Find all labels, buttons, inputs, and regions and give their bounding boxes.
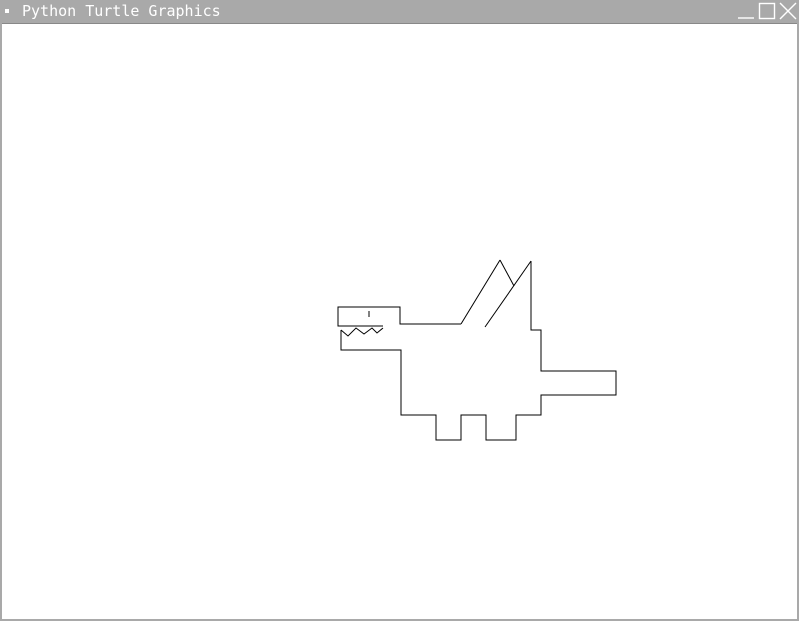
dragon-body-outline xyxy=(340,261,617,441)
window-menu-icon[interactable] xyxy=(5,9,9,13)
turtle-window: Python Turtle Graphics xyxy=(0,0,799,621)
dragon-wing-tip xyxy=(499,259,515,287)
minimize-icon[interactable] xyxy=(737,2,755,20)
title-bar[interactable]: Python Turtle Graphics xyxy=(0,0,799,22)
dragon-upper-jaw xyxy=(337,306,461,327)
window-title: Python Turtle Graphics xyxy=(22,2,221,20)
window-controls xyxy=(737,0,799,22)
dragon-drawing xyxy=(337,259,617,441)
maximize-icon[interactable] xyxy=(758,2,776,20)
turtle-canvas[interactable] xyxy=(2,23,797,619)
close-icon[interactable] xyxy=(779,2,797,20)
dragon-wing-front xyxy=(484,260,532,328)
dragon-teeth xyxy=(340,327,384,337)
